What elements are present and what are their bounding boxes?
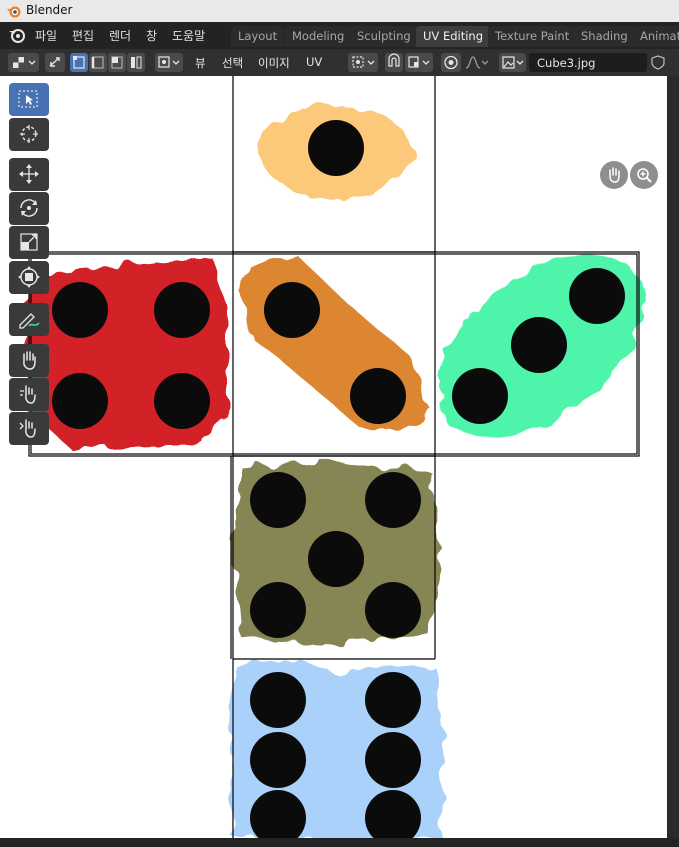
tool-scale[interactable] [9,226,49,259]
falloff-curve-icon [465,56,489,69]
top-bar: 파일 편집 렌더 창 도움말 Layout Modeling Sculpting… [0,22,679,49]
tool-pinch[interactable] [9,412,49,445]
menu-render[interactable]: 렌더 [109,27,131,44]
menu-window[interactable]: 창 [146,27,157,44]
pip [511,317,567,373]
window-title-bar: Blender [0,0,679,22]
image-name-text: Cube3.jpg [537,56,596,70]
proportional-falloff-dropdown[interactable] [463,53,491,72]
edge-mode-icon [91,56,104,69]
select-box-icon [18,90,38,108]
pinch-icon [19,419,36,438]
menu-edit[interactable]: 편집 [72,27,94,44]
pip [250,672,306,728]
snapping-toggle[interactable] [385,53,403,72]
menu-file[interactable]: 파일 [35,27,57,44]
scale-icon [20,233,38,251]
pip [308,531,364,587]
uv-image-canvas[interactable] [0,76,667,838]
pip [569,268,625,324]
pip [365,672,421,728]
pip [365,472,421,528]
tab-texture-paint[interactable]: Texture Paint [488,26,577,47]
proportional-editing-toggle[interactable] [441,53,461,72]
pip [250,732,306,788]
zoom-view-button[interactable] [630,161,658,189]
pip [308,120,364,176]
vertex-select-mode-button[interactable] [70,53,88,72]
pip [154,282,210,338]
tab-layout[interactable]: Layout [231,26,285,47]
menu-help[interactable]: 도움말 [172,27,205,44]
tool-transform[interactable] [9,261,49,294]
pip [264,282,320,338]
dice-texture-image [24,76,643,838]
pip [365,732,421,788]
pip [365,582,421,638]
tab-sculpting[interactable]: Sculpting [350,26,418,47]
tab-animation[interactable]: Animati [633,26,679,47]
proportional-edit-icon [444,55,458,70]
sync-arrows-icon [49,57,60,67]
tool-rotate[interactable] [9,192,49,225]
hand-icon [609,167,620,183]
grab-icon [23,351,36,370]
editor-type-button[interactable] [8,53,39,72]
rotate-icon [20,199,38,217]
select-menu[interactable]: 선택 [222,55,243,71]
face-mode-icon [111,56,123,69]
pip [154,373,210,429]
sticky-selection-dropdown[interactable] [155,53,183,72]
tool-cursor[interactable] [9,118,49,151]
relax-icon [20,385,36,404]
blender-menu-icon[interactable] [8,26,26,44]
face-select-mode-button[interactable] [108,53,126,72]
cursor-icon [20,125,38,143]
magnet-icon [388,53,400,67]
view-menu[interactable]: 뷰 [195,55,206,71]
sync-selection-button[interactable] [45,53,65,72]
tool-grab[interactable] [9,344,49,377]
snap-target-dropdown[interactable] [405,53,433,72]
island-select-mode-button[interactable] [127,53,145,72]
pip [52,373,108,429]
pip [350,368,406,424]
region-border [667,76,679,838]
tab-uv-editing[interactable]: UV Editing [416,26,490,47]
move-icon [19,164,39,184]
image-menu[interactable]: 이미지 [258,55,290,71]
tab-modeling[interactable]: Modeling [285,26,352,47]
island-mode-icon [131,56,142,69]
blender-logo-icon [7,6,21,18]
tab-shading[interactable]: Shading [574,26,635,47]
image-name-field[interactable]: Cube3.jpg [529,53,647,72]
tool-annotate[interactable] [9,303,49,336]
pip [52,282,108,338]
pivot-icon [352,56,375,68]
pivot-point-dropdown[interactable] [348,53,378,72]
browse-image-dropdown[interactable] [499,53,526,72]
edge-select-mode-button[interactable] [89,53,107,72]
checker-icon [13,57,36,68]
snap-increment-icon [408,56,430,68]
pan-view-button[interactable] [600,161,628,189]
image-icon [502,56,524,69]
uv-editor-header: 뷰 선택 이미지 UV Cube3.jpg [0,49,679,76]
zoom-icon [637,168,652,183]
tool-relax[interactable] [9,378,49,411]
sticky-select-icon [158,56,180,68]
pip [452,368,508,424]
annotate-icon [19,313,40,329]
pip [250,472,306,528]
status-bar [0,838,679,847]
vertex-mode-icon [73,56,85,69]
uv-menu[interactable]: UV [306,55,322,69]
transform-icon [18,266,40,288]
pip [250,582,306,638]
fake-user-shield-icon[interactable] [650,53,666,72]
window-title: Blender [26,3,73,17]
tool-move[interactable] [9,158,49,191]
tool-select-box[interactable] [9,83,49,116]
